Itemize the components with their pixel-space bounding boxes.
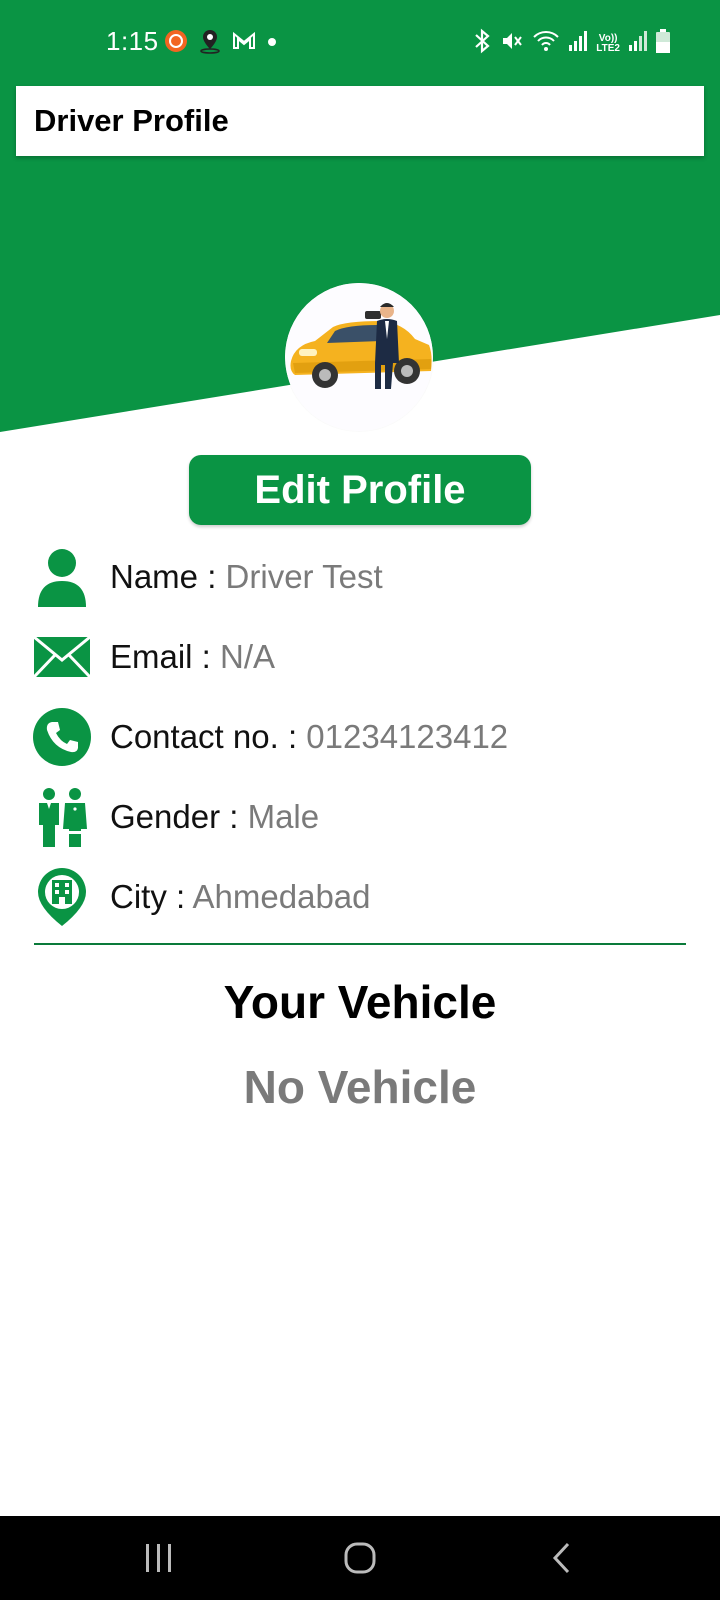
city-icon [30, 865, 94, 929]
name-value: Driver Test [225, 558, 383, 595]
app-bar: Driver Profile [16, 86, 704, 156]
gender-value: Male [247, 798, 320, 835]
page-title: Driver Profile [34, 103, 229, 138]
signal2-icon [628, 30, 648, 57]
info-row-name: Name : Driver Test [30, 545, 383, 609]
city-field: City : Ahmedabad [110, 878, 371, 916]
back-button[interactable] [501, 1516, 621, 1600]
section-divider [34, 943, 686, 945]
recent-apps-button[interactable] [99, 1516, 219, 1600]
contact-field: Contact no. : 01234123412 [110, 718, 508, 756]
gender-icon [30, 785, 94, 849]
recent-apps-icon [146, 1544, 171, 1572]
status-time: 1:15 [106, 26, 159, 56]
gmail-icon [232, 31, 256, 56]
mute-icon [500, 29, 524, 58]
profile-avatar[interactable] [285, 283, 433, 431]
record-icon [164, 29, 188, 58]
name-field: Name : Driver Test [110, 558, 383, 596]
location-icon [198, 28, 222, 59]
gender-field: Gender : Male [110, 798, 319, 836]
system-nav-bar [0, 1516, 720, 1600]
email-value: N/A [220, 638, 276, 675]
signal-icon [568, 30, 588, 57]
dot-icon [266, 35, 278, 53]
home-icon [344, 1542, 376, 1574]
gender-label: Gender : [110, 798, 248, 835]
status-bar: 1:15 Vo)) LTE2 [0, 0, 720, 86]
contact-label: Contact no. : [110, 718, 307, 755]
mail-icon [30, 625, 94, 689]
phone-icon [30, 705, 94, 769]
contact-value: 01234123412 [306, 718, 509, 755]
info-row-contact: Contact no. : 01234123412 [30, 705, 508, 769]
email-label: Email : [110, 638, 221, 675]
vehicle-section-title: Your Vehicle [223, 976, 497, 1028]
person-icon [30, 545, 94, 609]
info-row-email: Email : N/A [30, 625, 275, 689]
city-value: Ahmedabad [192, 878, 371, 915]
battery-icon [656, 29, 670, 58]
name-label: Name : [110, 558, 226, 595]
edit-profile-button[interactable]: Edit Profile [189, 455, 531, 525]
taxi-driver-image [285, 283, 433, 431]
no-vehicle-text: No Vehicle [243, 1061, 477, 1113]
back-icon [552, 1542, 570, 1574]
email-field: Email : N/A [110, 638, 275, 676]
bluetooth-icon [472, 28, 492, 59]
city-label: City : [110, 878, 193, 915]
home-button[interactable] [300, 1516, 420, 1600]
wifi-icon [532, 29, 560, 58]
info-row-gender: Gender : Male [30, 785, 319, 849]
info-row-city: City : Ahmedabad [30, 865, 371, 929]
volte-icon: Vo)) LTE2 [596, 32, 620, 54]
